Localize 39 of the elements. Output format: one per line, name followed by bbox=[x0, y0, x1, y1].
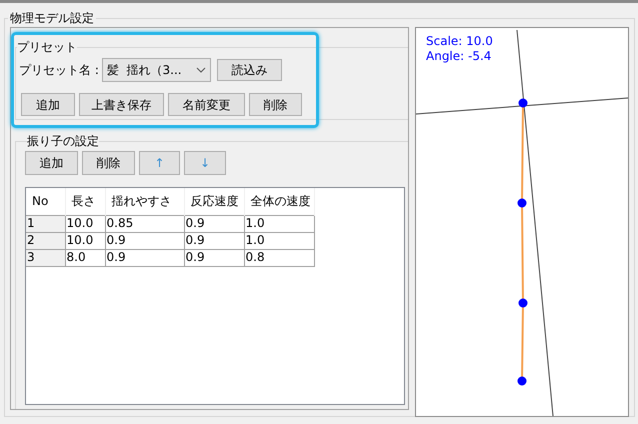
joint-dot bbox=[518, 98, 528, 108]
preset-action-button[interactable]: 上書き保存 bbox=[79, 93, 164, 116]
column-header[interactable]: 全体の速度 bbox=[244, 188, 314, 215]
table-cell: 10.0 bbox=[65, 215, 105, 232]
table-cell: 0.85 bbox=[105, 215, 184, 232]
pendulum-action-button[interactable]: 追加 bbox=[25, 151, 78, 175]
table-cell: 1 bbox=[26, 215, 65, 232]
preset-name-label: プリセット名 : bbox=[18, 62, 99, 79]
table-cell: 3 bbox=[26, 249, 65, 266]
joint-dot bbox=[518, 198, 526, 208]
table-cell: 0.8 bbox=[244, 249, 314, 266]
table-cell: 2 bbox=[26, 232, 65, 249]
table-cell: 1.0 bbox=[244, 215, 314, 232]
table-cell: 0.9 bbox=[184, 215, 244, 232]
group-title: 振り子の設定 bbox=[27, 133, 99, 150]
pendulum-action-button[interactable]: 削除 bbox=[82, 151, 135, 175]
table-cell: 0.9 bbox=[184, 232, 244, 249]
preset-dropdown[interactable]: 髪 揺れ（3... bbox=[102, 58, 211, 82]
chevron-icon bbox=[196, 67, 206, 73]
group-title: プリセット bbox=[17, 39, 77, 56]
dropdown-value: 髪 揺れ（3... bbox=[106, 62, 182, 79]
group-title: 物理モデル設定 bbox=[9, 10, 95, 27]
table-cell: 10.0 bbox=[65, 232, 105, 249]
table-cell: 8.0 bbox=[65, 249, 105, 266]
load-button[interactable]: 読込み bbox=[216, 59, 282, 81]
table-cell: 0.9 bbox=[184, 249, 244, 266]
preset-action-button[interactable]: 名前変更 bbox=[168, 93, 245, 116]
joint-dot bbox=[518, 298, 528, 308]
table-cell: 0.9 bbox=[105, 232, 184, 249]
preset-action-button[interactable]: 追加 bbox=[21, 93, 75, 116]
joint-dot bbox=[518, 376, 526, 386]
table-cell: 0.9 bbox=[105, 249, 184, 266]
angle-readout: Angle: -5.4 bbox=[426, 49, 492, 64]
scale-readout: Scale: 10.0 bbox=[426, 34, 493, 49]
column-header[interactable]: 揺れやすさ bbox=[105, 188, 184, 215]
column-header[interactable]: 反応速度 bbox=[184, 188, 244, 215]
table-cell: 1.0 bbox=[244, 232, 314, 249]
column-header[interactable]: 長さ bbox=[65, 188, 105, 215]
preset-action-button[interactable]: 削除 bbox=[249, 93, 302, 116]
